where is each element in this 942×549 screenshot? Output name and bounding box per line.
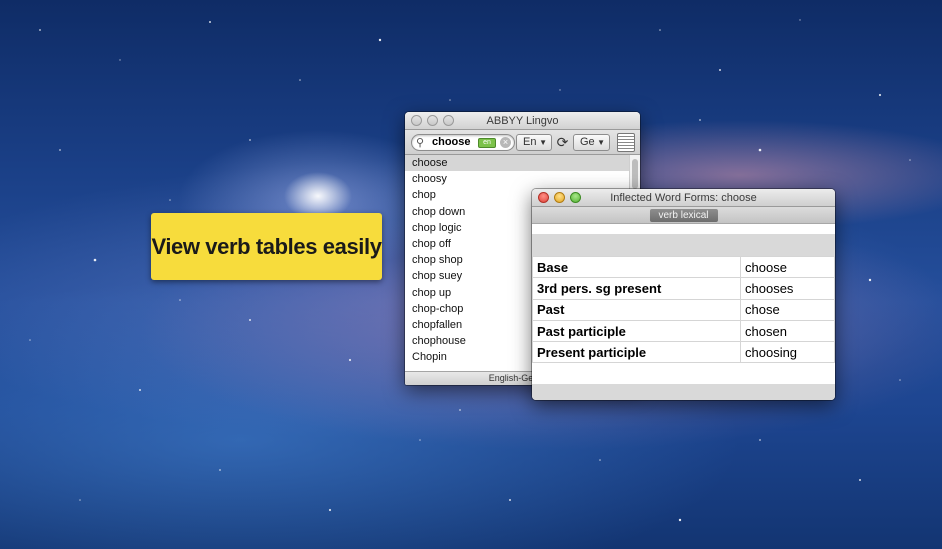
source-language-value: En (523, 136, 537, 148)
lingvo-titlebar[interactable]: ABBYY Lingvo (405, 112, 640, 130)
form-label: Past participle (532, 319, 741, 343)
window-controls (411, 115, 454, 126)
chevron-down-icon: ▼ (597, 138, 605, 147)
zoom-window-button[interactable] (443, 115, 454, 126)
dictionary-book-icon[interactable] (617, 133, 635, 152)
form-value: chose (740, 298, 835, 321)
form-label: Past (532, 298, 741, 321)
inflected-forms-window: Inflected Word Forms: choose verb lexica… (532, 189, 835, 400)
search-icon: ⚲ (416, 137, 425, 149)
minimize-window-button[interactable] (554, 192, 565, 203)
window-controls (538, 192, 581, 203)
form-value: chosen (740, 319, 835, 343)
clear-icon[interactable]: × (500, 137, 511, 148)
inflected-titlebar[interactable]: Inflected Word Forms: choose (532, 189, 835, 207)
minimize-window-button[interactable] (427, 115, 438, 126)
target-language-value: Ge (580, 136, 595, 148)
form-label: Base (532, 255, 741, 279)
table-footer-band (532, 384, 835, 400)
table-row: Present participle choosing (532, 341, 835, 364)
word-list-item[interactable]: choose (405, 155, 629, 172)
form-label: 3rd pers. sg present (532, 277, 741, 300)
form-value: choosing (740, 341, 835, 364)
table-row: Past chose (532, 298, 835, 321)
window-title: ABBYY Lingvo (486, 115, 559, 127)
search-input[interactable]: ⚲ choose en × (411, 134, 515, 151)
form-value: chooses (740, 277, 835, 300)
swap-languages-icon[interactable]: ⟳ (554, 134, 571, 151)
table-row: Base choose (532, 255, 835, 279)
table-header-band (532, 234, 835, 256)
feature-callout: View verb tables easily (151, 213, 382, 280)
keyboard-layout-badge: en (478, 138, 496, 148)
form-value: choose (740, 255, 835, 279)
chevron-down-icon: ▼ (539, 138, 547, 147)
window-title: Inflected Word Forms: choose (610, 192, 757, 204)
source-language-select[interactable]: En ▼ (516, 134, 552, 151)
part-of-speech-bar: verb lexical (532, 207, 835, 224)
search-value[interactable]: choose (432, 136, 471, 148)
word-forms-table: Base choose 3rd pers. sg present chooses Pas… (532, 255, 835, 364)
word-list-item[interactable]: choosy (405, 171, 629, 187)
spacer (532, 224, 835, 234)
close-window-button[interactable] (411, 115, 422, 126)
lingvo-toolbar: ⚲ choose en × En ▼ ⟳ Ge ▼ (405, 130, 640, 155)
target-language-select[interactable]: Ge ▼ (573, 134, 610, 151)
table-row: 3rd pers. sg present chooses (532, 277, 835, 300)
form-label: Present participle (532, 341, 741, 364)
zoom-window-button[interactable] (570, 192, 581, 203)
scrollbar-thumb[interactable] (632, 159, 638, 189)
part-of-speech-tag[interactable]: verb lexical (649, 209, 718, 222)
close-window-button[interactable] (538, 192, 549, 203)
table-row: Past participle chosen (532, 319, 835, 343)
callout-text: View verb tables easily (151, 233, 382, 259)
